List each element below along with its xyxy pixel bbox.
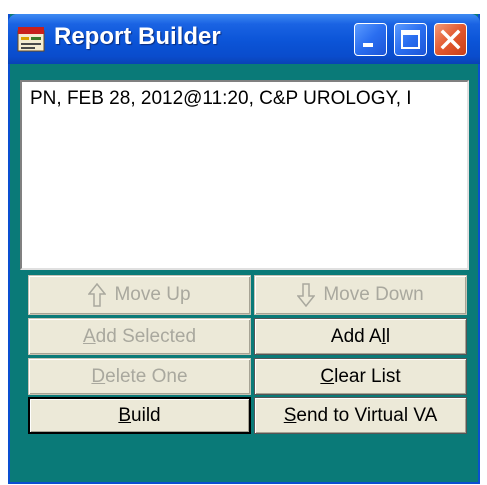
send-to-virtual-va-button[interactable]: Send to Virtual VA [254, 397, 467, 434]
minimize-button[interactable] [354, 23, 387, 56]
add-selected-label: dd Selected [95, 326, 197, 347]
add-selected-button[interactable]: Add Selected [28, 318, 251, 355]
clear-list-label: lear List [334, 366, 401, 387]
move-up-label: Move Up [114, 284, 191, 305]
maximize-icon [401, 30, 420, 49]
move-down-label: Move Down [323, 284, 424, 305]
clear-list-mnemonic: C [320, 366, 335, 387]
maximize-button[interactable] [394, 23, 427, 56]
clear-list-button[interactable]: Clear List [254, 358, 467, 395]
send-mnemonic: S [283, 405, 297, 426]
build-button[interactable]: Build [28, 397, 251, 434]
arrow-down-icon [297, 283, 316, 307]
close-button[interactable] [434, 23, 467, 56]
send-label: end to Virtual VA [296, 405, 438, 426]
close-icon [440, 29, 461, 50]
delete-one-mnemonic: D [91, 366, 106, 387]
report-items-listbox[interactable]: PN, FEB 28, 2012@11:20, C&P UROLOGY, I [20, 80, 469, 270]
move-up-button[interactable]: Move Up [28, 275, 251, 315]
window-title: Report Builder [54, 23, 221, 50]
move-down-button[interactable]: Move Down [254, 275, 467, 315]
add-selected-mnemonic: A [82, 326, 96, 347]
list-item[interactable]: PN, FEB 28, 2012@11:20, C&P UROLOGY, I [30, 88, 412, 110]
title-bar[interactable]: Report Builder [8, 14, 480, 64]
arrow-up-icon [88, 283, 107, 307]
add-all-label-pre: Add A [330, 326, 382, 347]
build-label: uild [131, 405, 161, 426]
report-app-icon [16, 25, 46, 53]
add-all-button[interactable]: Add All [254, 318, 467, 355]
delete-one-button[interactable]: Delete One [28, 358, 251, 395]
add-all-label-rest: l [385, 326, 391, 347]
minimize-icon [363, 43, 373, 47]
build-mnemonic: B [118, 405, 132, 426]
delete-one-label: elete One [105, 366, 188, 387]
